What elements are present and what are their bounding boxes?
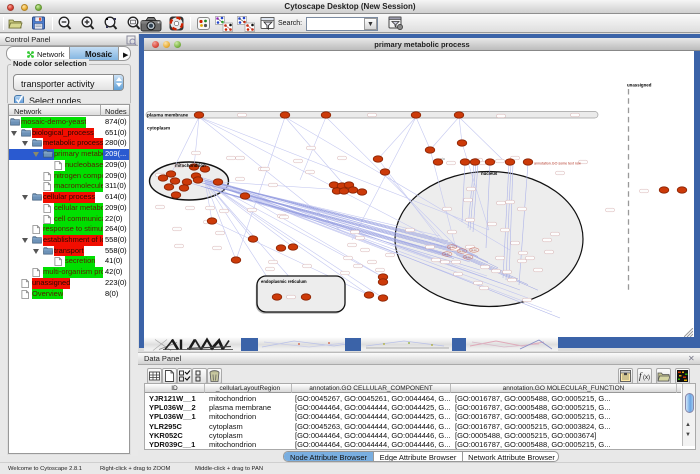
svg-text:xx-xx: xx-xx — [459, 250, 466, 253]
svg-text:annotation.GO some text row: annotation.GO some text row — [534, 162, 581, 166]
svg-text:mitochondrion: mitochondrion — [175, 163, 206, 168]
svg-text:unassigned: unassigned — [627, 83, 652, 88]
svg-text:xx-xx: xx-xx — [449, 246, 456, 249]
svg-text:nucleus: nucleus — [481, 171, 498, 176]
svg-text:endoplasmic reticulum: endoplasmic reticulum — [261, 279, 307, 284]
svg-text:xx-xx: xx-xx — [465, 256, 472, 259]
svg-text:plasma membrane: plasma membrane — [147, 112, 189, 117]
svg-text:xx-xx: xx-xx — [444, 253, 451, 256]
svg-text:xx-xx: xx-xx — [471, 249, 478, 252]
svg-text:cytoplasm: cytoplasm — [147, 126, 170, 131]
svg-text:(x): (x) — [643, 375, 650, 381]
